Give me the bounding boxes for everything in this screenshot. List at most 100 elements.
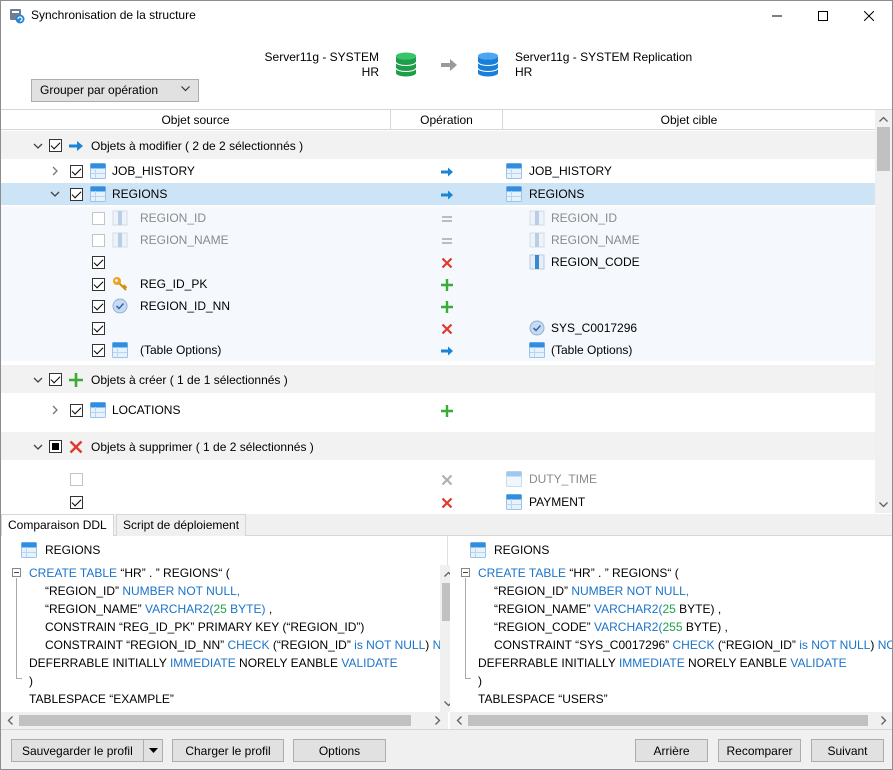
group-modify-checkbox[interactable] <box>49 139 62 152</box>
code-line: TABLESPACE “USERS” <box>478 692 608 706</box>
source-database-icon <box>395 52 417 77</box>
row-checkbox[interactable] <box>70 496 83 509</box>
group-row-delete[interactable]: Objets à supprimer ( 1 de 2 sélectionnés… <box>1 432 875 460</box>
recompare-button[interactable]: Recomparer <box>718 739 801 762</box>
ddl-target-code[interactable]: CREATE TABLE “HR” . ” REGIONS“ ( “REGION… <box>450 565 892 713</box>
minimize-button[interactable] <box>754 1 800 31</box>
chevron-right-icon <box>880 716 886 725</box>
code-line: CREATE TABLE “HR” . ” REGIONS“ ( <box>478 566 679 580</box>
group-row-create[interactable]: Objets à créer ( 1 de 1 sélectionnés ) <box>1 365 875 393</box>
target-object-name: REGION_CODE <box>551 255 640 269</box>
column-row[interactable]: REGION_CODE <box>1 251 875 273</box>
scroll-thumb[interactable] <box>19 715 411 726</box>
scroll-left-button[interactable] <box>1 712 18 729</box>
table-row[interactable]: JOB_HISTORY JOB_HISTORY <box>1 160 875 182</box>
maximize-button[interactable] <box>800 1 846 31</box>
column-row[interactable]: REGION_ID REGION_ID <box>1 207 875 229</box>
scroll-thumb[interactable] <box>877 127 890 171</box>
column-row[interactable]: REGION_NAME REGION_NAME <box>1 229 875 251</box>
table-row[interactable]: DUTY_TIME <box>1 468 875 490</box>
target-server-name: Server11g - SYSTEM Replication <box>515 50 693 64</box>
save-profile-label: Sauvegarder le profil <box>22 743 133 758</box>
grid-rows: Objets à modifier ( 2 de 2 sélectionnés … <box>1 131 875 513</box>
row-checkbox[interactable] <box>70 165 83 178</box>
row-checkbox[interactable] <box>92 234 105 247</box>
scroll-up-button[interactable] <box>875 110 892 127</box>
fold-toggle[interactable] <box>12 568 21 577</box>
code-line: “REGION_NAME” VARCHAR2(25 BYTE) , <box>45 602 273 616</box>
ddl-target-title-text: REGIONS <box>494 543 550 557</box>
row-checkbox[interactable] <box>70 404 83 417</box>
row-checkbox[interactable] <box>92 344 105 357</box>
row-checkbox[interactable] <box>70 188 83 201</box>
caret-down-icon <box>148 748 158 753</box>
scroll-right-button[interactable] <box>429 712 446 729</box>
constraint-row[interactable]: REG_ID_PK <box>1 273 875 295</box>
table-icon <box>90 186 106 202</box>
chevron-left-icon <box>456 716 462 725</box>
save-profile-button[interactable]: Sauvegarder le profil <box>11 739 163 762</box>
tab-ddl-comparison[interactable]: Comparaison DDL <box>1 514 114 537</box>
table-row[interactable]: PAYMENT <box>1 491 875 513</box>
row-checkbox[interactable] <box>92 256 105 269</box>
scroll-thumb[interactable] <box>468 715 868 726</box>
chevron-down-icon[interactable] <box>50 189 60 199</box>
code-line: “REGION_CODE” VARCHAR2(255 BYTE) , <box>494 620 728 634</box>
back-button[interactable]: Arrière <box>635 739 708 762</box>
chevron-down-icon[interactable] <box>33 375 43 385</box>
table-icon <box>506 494 522 510</box>
chevron-left-icon <box>7 716 13 725</box>
fold-toggle[interactable] <box>461 568 470 577</box>
target-object-name: REGIONS <box>529 187 585 201</box>
table-row-selected[interactable]: REGIONS REGIONS <box>1 183 875 205</box>
save-profile-dropdown[interactable] <box>143 740 162 761</box>
column-header-operation[interactable]: Opération <box>391 110 503 130</box>
chevron-down-icon <box>879 501 888 507</box>
scroll-left-button[interactable] <box>450 712 467 729</box>
ddl-source-pane: REGIONS CREATE TABLE “HR” . ” REGIONS“ (… <box>1 536 457 729</box>
code-line: CONSTRAINT “SYS_C0017296” CHECK (“REGION… <box>494 638 892 652</box>
scroll-down-button[interactable] <box>875 496 892 513</box>
constraint-row[interactable]: REGION_ID_NN <box>1 295 875 317</box>
group-delete-checkbox[interactable] <box>49 440 62 453</box>
title-bar: Synchronisation de la structure <box>1 1 892 31</box>
source-object-name: JOB_HISTORY <box>112 164 195 178</box>
row-checkbox[interactable] <box>92 322 105 335</box>
source-server-name: Server11g - SYSTEM <box>264 50 379 64</box>
column-header-target[interactable]: Objet cible <box>503 110 875 130</box>
row-checkbox[interactable] <box>70 473 83 486</box>
group-delete-label: Objets à supprimer ( 1 de 2 sélectionnés… <box>91 440 314 454</box>
target-server-info: Server11g - SYSTEM Replication HR <box>515 50 692 80</box>
tab-deployment-script[interactable]: Script de déploiement <box>116 514 247 536</box>
group-by-dropdown[interactable]: Grouper par opération <box>31 79 199 102</box>
column-header-source[interactable]: Objet source <box>1 110 391 130</box>
code-line: DEFERRABLE INITIALLY IMMEDIATE NORELY EA… <box>478 656 847 670</box>
group-row-modify[interactable]: Objets à modifier ( 2 de 2 sélectionnés … <box>1 131 875 159</box>
next-button[interactable]: Suivant <box>811 739 884 762</box>
scroll-right-button[interactable] <box>875 712 892 729</box>
grid-vertical-scrollbar[interactable] <box>875 110 892 513</box>
table-options-row[interactable]: (Table Options) (Table Options) <box>1 339 875 361</box>
ddl-source-code[interactable]: CREATE TABLE “HR” . ” REGIONS“ ( “REGION… <box>1 565 447 713</box>
ddl-target-horizontal-scrollbar[interactable] <box>450 712 892 729</box>
target-database-icon <box>477 52 499 77</box>
ddl-target-pane: REGIONS CREATE TABLE “HR” . ” REGIONS“ (… <box>450 536 892 729</box>
chevron-right-icon[interactable] <box>50 405 60 415</box>
constraint-row[interactable]: SYS_C0017296 <box>1 317 875 339</box>
options-button[interactable]: Options <box>293 739 386 762</box>
chevron-down-icon[interactable] <box>33 141 43 151</box>
ddl-source-horizontal-scrollbar[interactable] <box>1 712 448 729</box>
minimize-icon <box>772 15 782 17</box>
close-button[interactable] <box>846 1 892 31</box>
row-checkbox[interactable] <box>92 278 105 291</box>
chevron-down-icon[interactable] <box>33 442 43 452</box>
arrow-right-icon <box>441 167 453 177</box>
ddl-source-title-text: REGIONS <box>45 543 101 557</box>
chevron-right-icon[interactable] <box>50 166 60 176</box>
group-create-checkbox[interactable] <box>49 373 62 386</box>
row-checkbox[interactable] <box>92 212 105 225</box>
table-row[interactable]: LOCATIONS <box>1 399 875 421</box>
load-profile-button[interactable]: Charger le profil <box>172 739 284 762</box>
check-constraint-icon <box>112 298 128 314</box>
row-checkbox[interactable] <box>92 300 105 313</box>
